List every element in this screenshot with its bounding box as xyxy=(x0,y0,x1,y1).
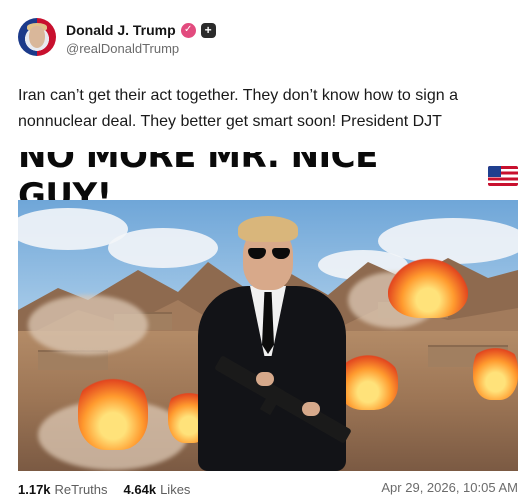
retruths-stat[interactable]: 1.17k ReTruths xyxy=(18,482,108,497)
dust-cloud xyxy=(28,295,148,355)
us-flag-icon xyxy=(488,166,518,186)
author-name[interactable]: Donald J. Trump xyxy=(66,22,176,38)
likes-count: 4.64k xyxy=(123,481,157,497)
truth-social-post: Donald J. Trump ✓ + @realDonaldTrump Ira… xyxy=(0,0,532,501)
retruths-label: ReTruths xyxy=(54,481,108,497)
media-caption-row: NO MORE MR. NICE GUY! xyxy=(18,152,518,216)
hand xyxy=(302,402,320,416)
media-image xyxy=(18,200,518,471)
avatar-face xyxy=(29,26,45,48)
sunglasses xyxy=(248,248,290,260)
author-handle[interactable]: @realDonaldTrump xyxy=(66,41,179,56)
explosion xyxy=(473,340,518,400)
likes-label: Likes xyxy=(160,481,191,497)
avatar[interactable] xyxy=(18,18,56,56)
person-in-suit xyxy=(180,204,360,471)
plus-icon[interactable]: + xyxy=(200,22,216,38)
post-footer: 1.17k ReTruths 4.64k Likes Apr 29, 2026, 1… xyxy=(18,480,518,498)
hand xyxy=(256,372,274,386)
author-name-row: Donald J. Trump ✓ + xyxy=(66,22,216,38)
explosion xyxy=(388,258,468,318)
verified-badge-icon: ✓ xyxy=(180,22,196,38)
likes-stat[interactable]: 4.64k Likes xyxy=(124,482,191,497)
post-media[interactable]: NO MORE MR. NICE GUY! xyxy=(18,152,518,471)
post-text: Iran can’t get their act together. They … xyxy=(18,87,458,130)
explosion xyxy=(78,370,148,450)
hair xyxy=(238,216,298,242)
retruths-count: 1.17k xyxy=(18,481,51,497)
post-timestamp[interactable]: Apr 29, 2026, 10:05 AM xyxy=(381,480,518,495)
